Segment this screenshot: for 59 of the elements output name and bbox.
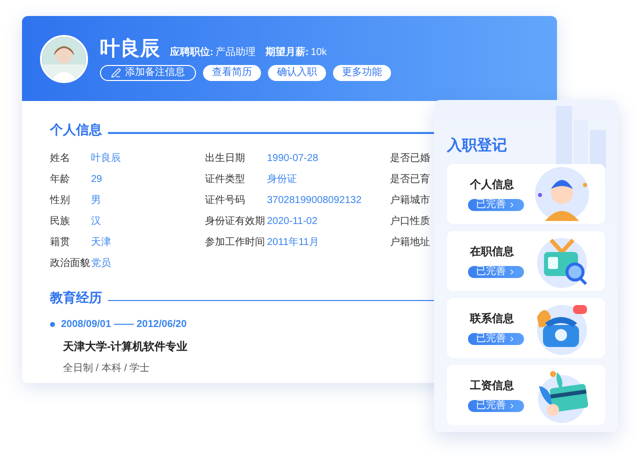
status-button[interactable]: 已完善 <box>468 332 524 345</box>
field-value: 党员 <box>91 256 111 270</box>
meta-label: 期望月薪: <box>265 46 309 60</box>
field-value: 2020-11-02 <box>267 214 318 228</box>
action-button[interactable]: 确认入职 <box>268 64 326 80</box>
info-card[interactable]: 在职信息 已完善 <box>447 231 605 291</box>
chevron-icon <box>508 268 516 276</box>
field-label: 户籍城市 <box>390 194 430 208</box>
field-value: 2011年11月 <box>267 236 319 250</box>
action-button[interactable]: 查看简历 <box>203 64 261 80</box>
field-value: 叶良辰 <box>91 152 121 166</box>
card-title: 工资信息 <box>470 378 514 394</box>
field-label: 是否已育 <box>390 172 430 186</box>
pen-icon <box>111 68 121 78</box>
field-label: 户口性质 <box>390 214 430 228</box>
field-value: 男 <box>91 194 101 208</box>
field-label: 证件号码 <box>205 194 246 208</box>
status-button[interactable]: 已完善 <box>468 400 524 412</box>
field-label: 参加工作时间 <box>205 236 266 250</box>
date-range: 2008/09/01 —— 2012/06/20 <box>61 318 187 332</box>
field-label: 身份证有效期 <box>205 214 266 228</box>
meta-value: 10k <box>310 46 327 60</box>
field-label: 姓名 <box>50 152 71 166</box>
action-button[interactable]: 更多功能 <box>333 64 391 80</box>
school-major: 天津大学-计算机软件专业 <box>63 340 189 355</box>
section-title: 个人信息 <box>50 121 102 139</box>
status-button[interactable]: 已完善 <box>468 266 524 278</box>
field-value: 37028199008092132 <box>267 194 362 208</box>
field-value: 身份证 <box>267 172 297 186</box>
status-button[interactable]: 已完善 <box>468 198 524 211</box>
field-label: 民族 <box>50 214 71 228</box>
meta-label: 应聘职位: <box>170 45 214 60</box>
field-label: 出生日期 <box>205 152 246 166</box>
info-card[interactable]: 联系信息 已完善 <box>447 298 605 358</box>
degree-detail: 全日制 / 本科 / 学士 <box>63 362 151 376</box>
field-value: 1990-07-28 <box>267 152 318 166</box>
field-value: 汉 <box>91 214 101 228</box>
candidate-name: 叶良辰 <box>100 38 160 58</box>
field-label: 户籍地址 <box>390 236 430 250</box>
chevron-icon <box>508 334 516 343</box>
field-label: 政治面貌 <box>50 256 91 270</box>
info-card[interactable]: 工资信息 已完善 <box>447 365 605 425</box>
field-value: 天津 <box>91 236 111 250</box>
section-title: 教育经历 <box>50 288 102 306</box>
field-label: 证件类型 <box>205 172 246 186</box>
info-card[interactable]: 个人信息 已完善 <box>447 164 605 224</box>
field-label: 年龄 <box>50 172 71 186</box>
chevron-icon <box>508 200 516 209</box>
card-title: 联系信息 <box>470 312 514 328</box>
field-label: 性别 <box>50 194 71 208</box>
field-value: 29 <box>91 172 102 186</box>
panel-title: 入职登记 <box>447 137 507 154</box>
field-label: 籍贯 <box>50 236 71 250</box>
add-note-button[interactable]: 添加备注信息 <box>100 64 196 80</box>
card-title: 在职信息 <box>470 244 514 260</box>
card-title: 个人信息 <box>470 178 514 194</box>
meta-value: 产品助理 <box>215 46 256 60</box>
chevron-icon <box>508 402 516 410</box>
field-label: 是否已婚 <box>390 152 430 166</box>
